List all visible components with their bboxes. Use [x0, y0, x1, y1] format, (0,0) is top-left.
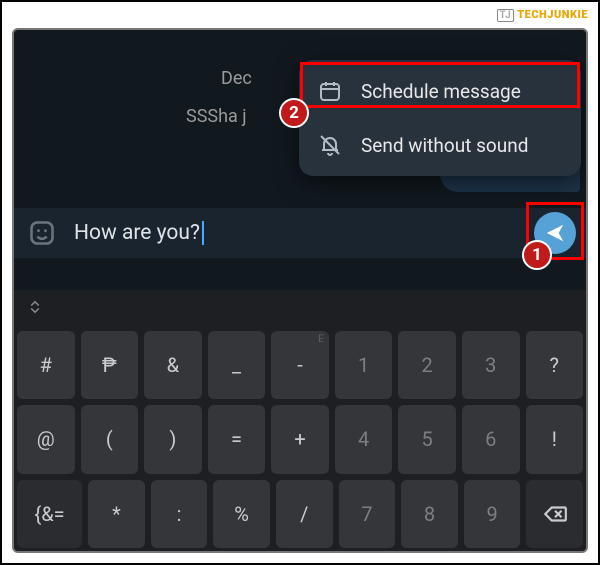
tutorial-frame: TJTECHJUNKIE Dec SSSha j Schedule messag… — [0, 0, 600, 565]
key-)[interactable]: ) — [144, 405, 202, 473]
callout-badge-2: 2 — [279, 98, 309, 128]
date-chip: Dec — [221, 68, 252, 89]
key-&[interactable]: & — [144, 331, 202, 399]
keyboard-expand-icon[interactable] — [26, 298, 44, 320]
key-=[interactable]: = — [208, 405, 266, 473]
key-/[interactable]: / — [276, 480, 333, 548]
key-@[interactable]: @ — [17, 405, 75, 473]
system-message-fragment: SSSha j — [186, 106, 247, 127]
key-![interactable]: ! — [526, 405, 584, 473]
watermark-logo-icon: TJ — [497, 9, 515, 22]
key--[interactable]: -E — [271, 331, 329, 399]
bell-off-icon — [317, 132, 343, 158]
symbols-mode-key[interactable]: {&= — [17, 480, 82, 548]
key-_[interactable]: _ — [208, 331, 266, 399]
key-2[interactable]: 2 — [398, 331, 456, 399]
keyboard: #₱&_-E123?@()=+456!{&=*:%/789 — [14, 290, 586, 551]
message-input[interactable]: How are you? — [74, 221, 534, 245]
schedule-message-menu-item[interactable]: Schedule message — [299, 64, 581, 118]
callout-badge-1: 1 — [522, 240, 552, 270]
key-3[interactable]: 3 — [462, 331, 520, 399]
message-input-text: How are you? — [74, 221, 200, 245]
keyboard-rows: #₱&_-E123?@()=+456!{&=*:%/789 — [14, 328, 586, 551]
watermark: TJTECHJUNKIE — [497, 8, 588, 22]
key-+[interactable]: + — [271, 405, 329, 473]
key-5[interactable]: 5 — [398, 405, 456, 473]
key-4[interactable]: 4 — [335, 405, 393, 473]
schedule-message-label: Schedule message — [361, 80, 521, 103]
keyboard-toolbar — [14, 290, 586, 328]
phone-screen: Dec SSSha j Schedule message Send withou… — [12, 28, 588, 553]
chat-area: Dec SSSha j Schedule message Send withou… — [14, 30, 586, 290]
context-menu: Schedule message Send without sound — [299, 60, 581, 176]
sticker-icon[interactable] — [24, 215, 60, 251]
calendar-icon — [317, 78, 343, 104]
send-without-sound-label: Send without sound — [361, 134, 528, 157]
key-8[interactable]: 8 — [401, 480, 458, 548]
keyboard-row: @()=+456! — [17, 405, 583, 473]
text-cursor — [202, 221, 204, 245]
key-1[interactable]: 1 — [335, 331, 393, 399]
key-6[interactable]: 6 — [462, 405, 520, 473]
key-*[interactable]: * — [88, 480, 145, 548]
key-9[interactable]: 9 — [464, 480, 521, 548]
key-([interactable]: ( — [81, 405, 139, 473]
keyboard-row: #₱&_-E123? — [17, 331, 583, 399]
backspace-key[interactable] — [526, 480, 583, 548]
key-:[interactable]: : — [151, 480, 208, 548]
send-without-sound-menu-item[interactable]: Send without sound — [299, 118, 581, 172]
key-#[interactable]: # — [17, 331, 75, 399]
key-superscript: E — [318, 334, 324, 345]
keyboard-row: {&=*:%/789 — [17, 480, 583, 548]
key-7[interactable]: 7 — [339, 480, 396, 548]
key-₱[interactable]: ₱ — [81, 331, 139, 399]
key-%[interactable]: % — [213, 480, 270, 548]
key-?[interactable]: ? — [526, 331, 584, 399]
compose-bar: How are you? — [14, 208, 586, 258]
